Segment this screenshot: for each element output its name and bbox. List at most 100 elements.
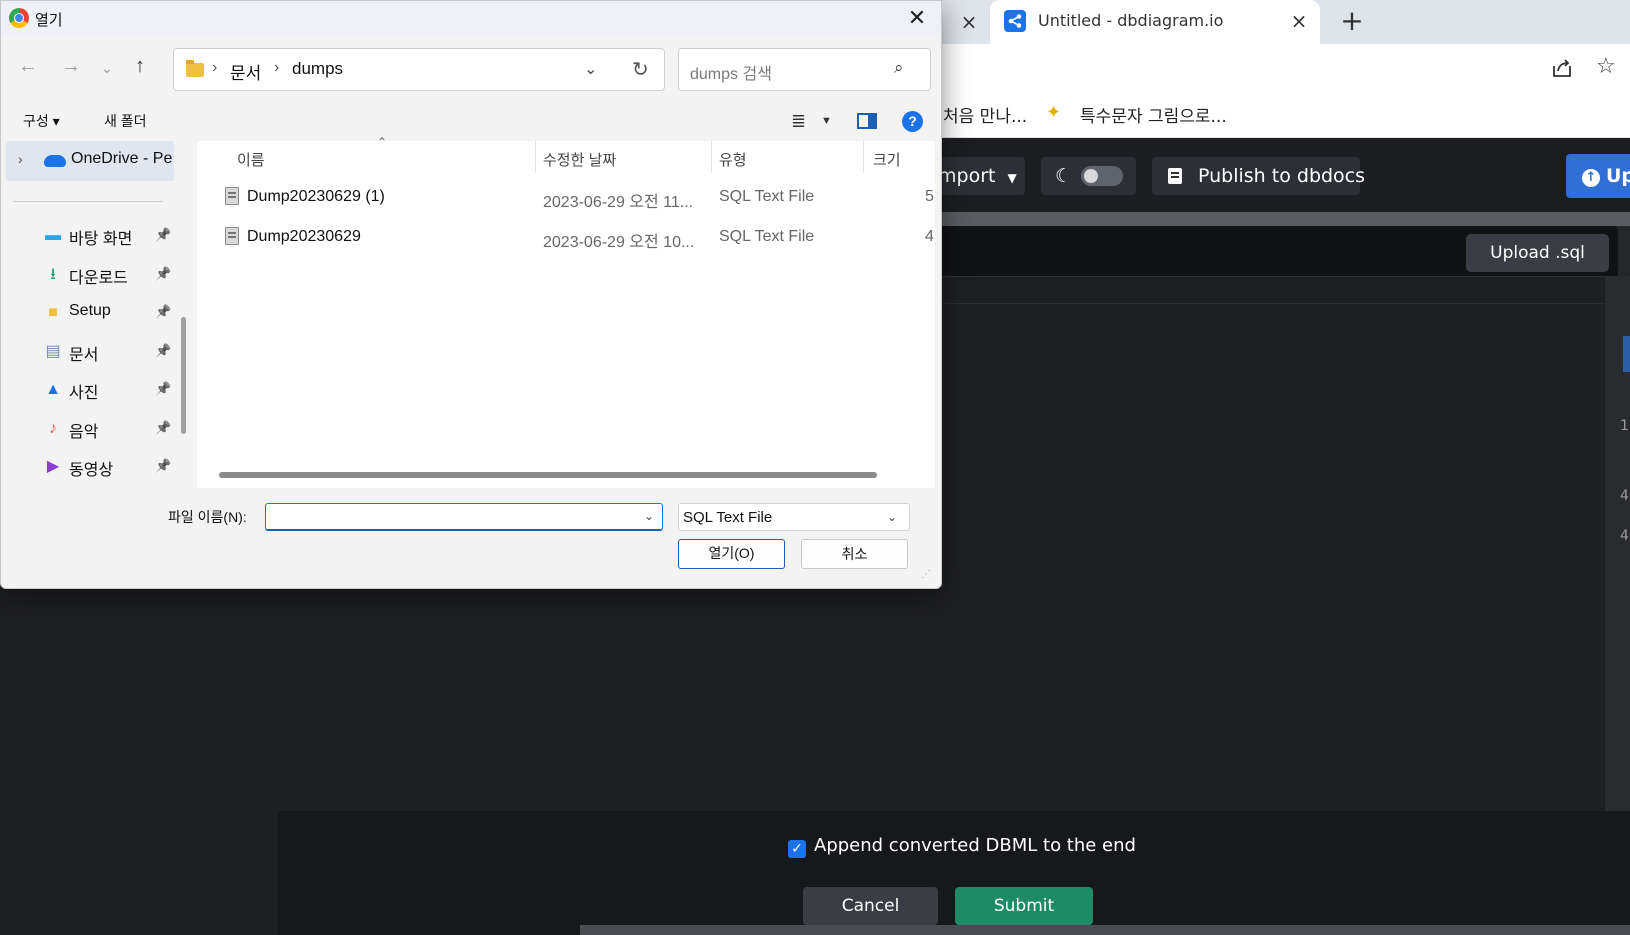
nav-item[interactable]: ♪ 음악 📌: [1, 410, 176, 448]
column-header-size[interactable]: 크기: [873, 149, 901, 170]
folder-icon: ■: [48, 304, 58, 321]
chevron-down-icon[interactable]: ⌄: [644, 509, 654, 523]
cloud-icon: [44, 155, 66, 167]
organize-menu[interactable]: 구성 ▾: [23, 111, 60, 131]
new-tab-button[interactable]: +: [1336, 6, 1368, 38]
file-list: ⌃ 이름 수정한 날짜 유형 크기 Dump20230629 (1) 2023-0…: [197, 135, 935, 488]
file-size: 5: [925, 188, 934, 205]
arrow-up-circle-icon: ↑: [1582, 169, 1600, 187]
publish-dbdocs-button[interactable]: Publish to dbdocs: [1152, 157, 1365, 195]
chrome-logo-icon: [9, 8, 29, 28]
cancel-button[interactable]: Cancel: [803, 887, 938, 925]
scrollbar-thumb[interactable]: [1623, 336, 1630, 372]
column-separator[interactable]: [863, 141, 864, 173]
dialog-cancel-button[interactable]: 취소: [801, 539, 908, 569]
file-name: Dump20230629: [247, 227, 361, 245]
navigation-pane: › OneDrive - Pe ▬ 바탕 화면 📌 ⭳ 다운로드 📌 ■ Setup 📌 ▤ 문서 📌…: [1, 141, 197, 488]
breadcrumb-documents[interactable]: 문서: [230, 59, 261, 84]
pin-icon[interactable]: 📌: [155, 266, 171, 282]
preview-pane-icon[interactable]: [857, 113, 877, 129]
sql-file-icon: [225, 187, 239, 205]
music-icon: ♪: [49, 419, 57, 437]
nav-scrollbar[interactable]: [181, 317, 186, 434]
bookmark-item[interactable]: 처음 만나...: [943, 102, 1027, 127]
pin-icon[interactable]: 📌: [155, 304, 171, 320]
pin-icon[interactable]: 📌: [155, 420, 171, 436]
file-type: SQL Text File: [719, 227, 815, 245]
breadcrumb-separator-icon[interactable]: ›: [274, 59, 279, 77]
column-header-name[interactable]: 이름: [237, 149, 265, 170]
search-input[interactable]: dumps 검색 ⌕: [678, 48, 931, 91]
pin-icon[interactable]: 📌: [155, 381, 171, 397]
file-type: SQL Text File: [719, 188, 815, 205]
sort-ascending-icon: ⌃: [377, 135, 388, 149]
address-bar[interactable]: › 문서 › dumps ⌄ ↻: [173, 48, 665, 91]
tab-close-button[interactable]: ×: [1286, 8, 1312, 34]
open-button[interactable]: 열기(O): [678, 539, 785, 569]
upload-sql-button[interactable]: Upload .sql: [1466, 234, 1609, 272]
column-header-type[interactable]: 유형: [719, 149, 747, 170]
dialog-close-button[interactable]: ✕: [904, 5, 930, 31]
filetype-select[interactable]: SQL Text File ⌄: [678, 503, 910, 531]
back-arrow-icon[interactable]: ←: [18, 55, 38, 78]
download-icon: ⭳: [50, 265, 56, 283]
tab-dbdiagram[interactable]: Untitled - dbdiagram.io ×: [990, 0, 1320, 44]
filetype-value: SQL Text File: [683, 509, 773, 526]
nav-item-onedrive[interactable]: › OneDrive - Pe: [6, 141, 174, 181]
nav-item[interactable]: ▬ 바탕 화면 📌: [1, 217, 176, 255]
refresh-icon[interactable]: ↻: [632, 57, 649, 82]
nav-item[interactable]: ⭳ 다운로드 📌: [1, 256, 176, 294]
line-number: 4: [1620, 488, 1629, 504]
column-header-date[interactable]: 수정한 날짜: [543, 149, 616, 170]
nav-item[interactable]: ■ Setup 📌: [1, 294, 176, 332]
view-list-icon[interactable]: ≣: [791, 111, 806, 132]
status-strip: [580, 925, 1630, 935]
folder-icon: [186, 60, 204, 77]
breadcrumb-dumps[interactable]: dumps: [292, 59, 343, 79]
nav-item-label: 문서: [69, 346, 99, 364]
recent-locations-chevron-icon[interactable]: ⌄: [101, 60, 113, 77]
forward-arrow-icon[interactable]: →: [61, 55, 81, 78]
nav-item[interactable]: ▶ 동영상 📌: [1, 448, 176, 486]
file-row[interactable]: Dump20230629 2023-06-29 오전 10... SQL Text …: [197, 219, 935, 257]
horizontal-scrollbar[interactable]: [219, 472, 877, 478]
search-icon[interactable]: ⌕: [894, 58, 904, 78]
line-number: 1: [1620, 418, 1629, 434]
file-row[interactable]: Dump20230629 (1) 2023-06-29 오전 11... SQL T…: [197, 179, 935, 217]
bookmark-item[interactable]: 특수문자 그림으로...: [1080, 102, 1227, 127]
nav-item[interactable]: ▤ 문서 📌: [1, 333, 176, 371]
nav-item-label: Setup: [69, 302, 111, 319]
breadcrumb-separator-icon[interactable]: ›: [212, 59, 217, 77]
dark-mode-toggle[interactable]: ☾: [1041, 157, 1136, 195]
file-size: 4: [925, 227, 934, 245]
dbdiagram-favicon-icon: [1004, 10, 1026, 32]
resize-grip-icon[interactable]: ⋰: [921, 569, 931, 580]
help-icon[interactable]: ?: [902, 111, 923, 132]
filename-input[interactable]: [265, 503, 663, 531]
append-checkbox[interactable]: ✓: [788, 840, 806, 858]
upgrade-button[interactable]: ↑ Up: [1566, 154, 1630, 198]
search-placeholder: dumps 검색: [690, 66, 772, 83]
new-folder-button[interactable]: 새 폴더: [104, 111, 147, 131]
pin-icon[interactable]: 📌: [155, 227, 171, 243]
file-date: 2023-06-29 오전 10...: [543, 233, 695, 251]
nav-item[interactable]: ▲ 사진 📌: [1, 371, 176, 409]
submit-button[interactable]: Submit: [955, 887, 1093, 925]
chevron-down-icon[interactable]: ▼: [821, 115, 832, 127]
pin-icon[interactable]: 📌: [155, 458, 171, 474]
up-arrow-icon[interactable]: ↑: [135, 55, 145, 78]
dialog-title: 열기: [35, 12, 63, 29]
video-icon: ▶: [46, 458, 60, 475]
toggle-switch[interactable]: [1081, 166, 1123, 186]
bookmark-star-icon[interactable]: ☆: [1596, 54, 1616, 79]
open-file-dialog: 열기 ✕ ← → ⌄ ↑ › 문서 › dumps ⌄ ↻ dumps 검색 ⌕…: [0, 0, 942, 589]
column-separator[interactable]: [711, 141, 712, 173]
chevron-down-icon[interactable]: ⌄: [584, 59, 597, 79]
share-icon[interactable]: [1550, 56, 1574, 84]
append-option[interactable]: ✓ Append converted DBML to the end: [788, 835, 1136, 858]
previous-tab-close-button[interactable]: ×: [955, 8, 983, 36]
chevron-right-icon[interactable]: ›: [18, 151, 23, 167]
pin-icon[interactable]: 📌: [155, 343, 171, 359]
column-separator[interactable]: [535, 141, 536, 173]
nav-item-label: 바탕 화면: [69, 231, 133, 248]
